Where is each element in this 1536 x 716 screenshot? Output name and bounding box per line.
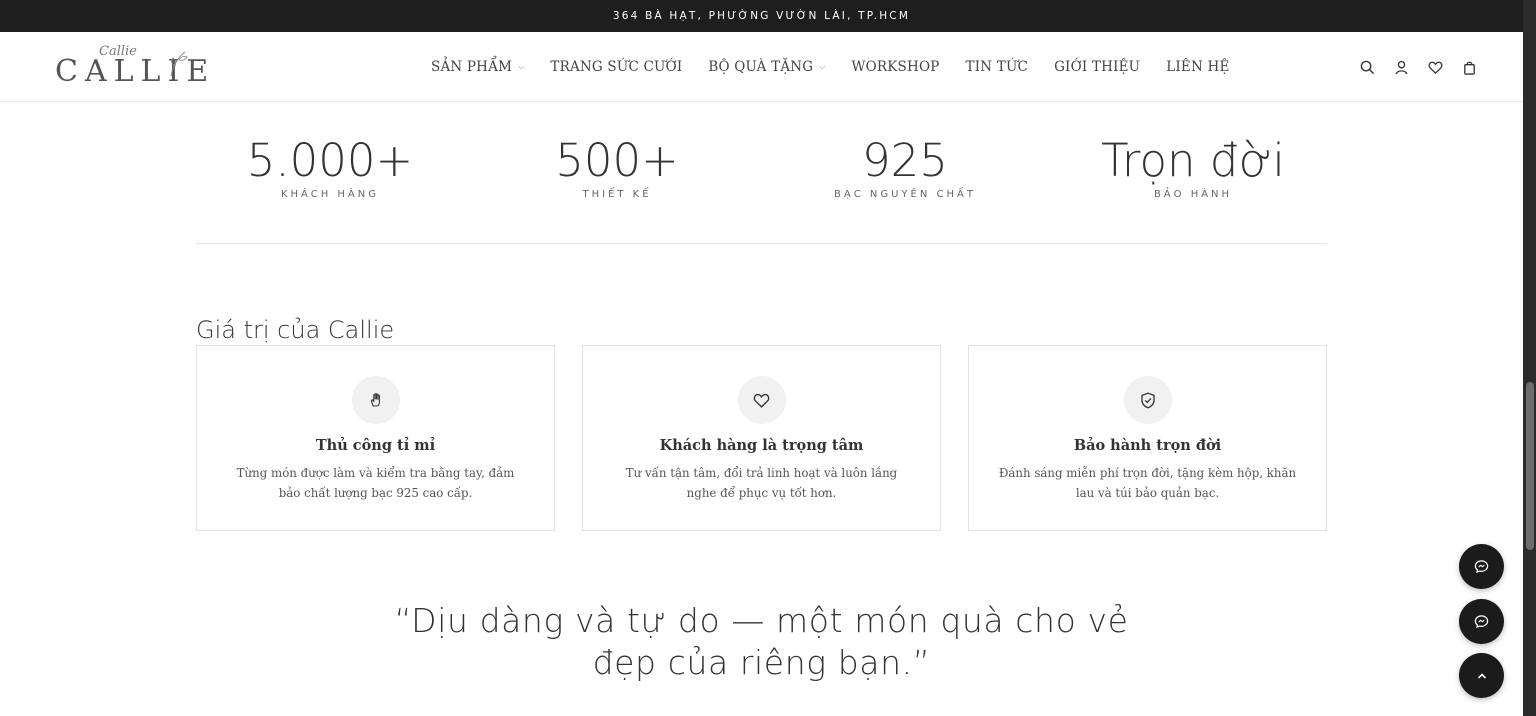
card-title: Bảo hành trọn đời: [1073, 437, 1222, 454]
nav-label: TIN TỨC: [965, 59, 1029, 75]
nav-item-gift-sets[interactable]: BỘ QUÀ TẶNG ⌵: [708, 59, 825, 75]
card-title: Khách hàng là trọng tâm: [659, 437, 864, 454]
nav-label: WORKSHOP: [851, 59, 940, 75]
heart-icon[interactable]: [1424, 56, 1446, 78]
nav-item-products[interactable]: SẢN PHẨM ⌵: [431, 59, 524, 75]
hand-icon: [351, 376, 400, 424]
chat-icon: [1474, 560, 1489, 574]
value-card-customer-focus: Khách hàng là trọng tâm Tư vấn tận tâm, …: [582, 345, 941, 531]
shield-check-icon: [1123, 376, 1172, 424]
callie-logo[interactable]: Callie CALLIE: [55, 44, 208, 90]
stat-warranty: Trọn đời BẢO HÀNH: [1063, 134, 1323, 201]
value-card-craftsmanship: Thủ công tỉ mỉ Từng món được làm và kiểm…: [196, 345, 555, 531]
nav-item-contact[interactable]: LIÊN HỆ: [1166, 59, 1229, 75]
messenger-button[interactable]: [1459, 599, 1504, 644]
brand-quote: “Dịu dàng và tự do — một món quà cho vẻ …: [394, 601, 1129, 682]
stat-label: BẢO HÀNH: [1153, 189, 1233, 200]
values-title: Giá trị của Callie: [196, 316, 395, 344]
stat-value: 925: [862, 134, 948, 187]
nav-label: TRANG SỨC CƯỚI: [550, 59, 683, 75]
chevron-down-icon: ⌵: [518, 62, 525, 71]
stat-designs: 500+ THIẾT KẾ: [487, 134, 747, 201]
site-header: Callie CALLIE SẢN PHẨM ⌵ TRANG SỨC CƯỚI …: [0, 32, 1523, 102]
heart-icon: [737, 376, 786, 424]
logo-wordmark: CALLIE: [55, 54, 216, 89]
stat-silver: 925 BẠC NGUYÊN CHẤT: [775, 134, 1035, 201]
stat-label: THIẾT KẾ: [582, 189, 652, 200]
messenger-icon: [1474, 615, 1489, 629]
card-description: Tư vấn tận tâm, đổi trả linh hoạt và luô…: [625, 466, 898, 500]
main-nav: SẢN PHẨM ⌵ TRANG SỨC CƯỚI BỘ QUÀ TẶNG ⌵ …: [418, 32, 1243, 102]
nav-item-wedding-jewelry[interactable]: TRANG SỨC CƯỚI: [550, 59, 682, 75]
stat-value: Trọn đời: [1101, 134, 1285, 187]
scrollbar-thumb[interactable]: [1526, 382, 1534, 550]
nav-label: LIÊN HỆ: [1166, 59, 1230, 75]
store-address: 364 BÀ HẠT, PHƯỜNG VƯỜN LÀI, TP.HCM: [612, 10, 911, 22]
top-announcement-bar: 364 BÀ HẠT, PHƯỜNG VƯỜN LÀI, TP.HCM: [0, 0, 1523, 32]
user-icon[interactable]: [1390, 56, 1412, 78]
nav-item-news[interactable]: TIN TỨC: [966, 59, 1029, 75]
header-actions: [1356, 56, 1492, 78]
search-icon[interactable]: [1356, 56, 1378, 78]
nav-label: BỘ QUÀ TẶNG: [708, 59, 814, 75]
stat-customers: 5.000+ KHÁCH HÀNG: [200, 134, 460, 201]
nav-label: GIỚI THIỆU: [1054, 59, 1141, 75]
chevron-down-icon: ⌵: [819, 62, 826, 71]
chat-button[interactable]: [1459, 544, 1504, 589]
nav-item-workshop[interactable]: WORKSHOP: [852, 59, 940, 75]
shopping-bag-icon[interactable]: [1458, 56, 1480, 78]
stat-value: 5.000+: [246, 134, 414, 187]
card-title: Thủ công tỉ mỉ: [315, 437, 436, 454]
nav-label: SẢN PHẨM: [431, 59, 513, 75]
stat-value: 500+: [555, 134, 679, 187]
leaf-icon: [170, 51, 188, 77]
value-card-warranty: Bảo hành trọn đời Đánh sáng miễn phí trọ…: [968, 345, 1327, 531]
nav-item-about[interactable]: GIỚI THIỆU: [1054, 59, 1140, 75]
stat-label: KHÁCH HÀNG: [280, 189, 379, 200]
card-description: Đánh sáng miễn phí trọn đời, tặng kèm hộ…: [998, 466, 1297, 500]
card-description: Từng món được làm và kiểm tra bằng tay, …: [236, 466, 515, 500]
chevron-up-icon: [1477, 672, 1486, 679]
scroll-to-top-button[interactable]: [1459, 653, 1504, 698]
stats-section: 5.000+ KHÁCH HÀNG 500+ THIẾT KẾ 925 BẠC …: [196, 102, 1327, 244]
page-scrollbar[interactable]: [1523, 0, 1536, 716]
stat-label: BẠC NGUYÊN CHẤT: [834, 189, 976, 200]
